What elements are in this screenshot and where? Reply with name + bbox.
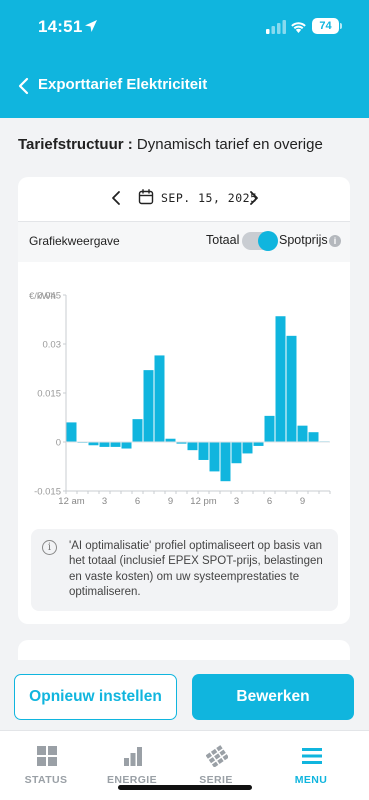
battery-icon: 74 [312,18,339,34]
bar-hour-11 [187,442,198,451]
toggle-option-spot[interactable]: Spotprijs [279,233,328,247]
cellular-signal-icon [266,20,286,34]
y-tick-label: 0.03 [43,340,62,351]
tariff-label: Tariefstructuur : [18,136,133,153]
chart-view-selector: Grafiekweergave Totaal Spotprijs i [18,222,350,262]
back-chevron-icon[interactable] [16,77,32,95]
toggle-knob [258,231,278,251]
bar-hour-12 [198,442,209,460]
x-tick-label: 3 [102,496,107,507]
info-circle-icon: i [42,540,57,555]
reset-button[interactable]: Opnieuw instellen [14,674,177,720]
x-tick-label: 9 [300,496,305,507]
menu-icon [302,748,322,764]
x-tick-label: 3 [234,496,239,507]
bar-hour-5 [121,442,132,449]
edit-button[interactable]: Bewerken [192,674,354,720]
previous-day-chevron-icon[interactable] [110,190,122,206]
next-day-chevron-icon[interactable] [248,190,260,206]
bar-hour-20 [286,335,297,442]
bar-hour-4 [110,442,121,447]
calendar-icon[interactable] [138,189,154,205]
tariff-structure: Tariefstructuur : Dynamisch tarief en ov… [18,136,323,153]
bar-hour-22 [308,432,319,442]
bar-hour-0 [66,422,77,442]
bar-hour-13 [209,442,220,472]
bar-hour-16 [242,442,253,454]
spot-price-chart: €/kWh 0.0450.030.0150-0.015 12 am 3 6 9 12 p… [29,291,331,507]
x-tick-label: 6 [267,496,272,507]
page-title: Exporttarief Elektriciteit [38,76,208,93]
bar-hour-19 [275,316,286,442]
bar-hour-3 [99,442,110,447]
wifi-icon [291,22,306,33]
y-tick-label: 0.045 [37,291,61,302]
x-tick-label: 9 [168,496,173,507]
x-tick-label: 12 am [58,496,84,507]
tab-menu[interactable]: MENU [265,731,357,800]
view-toggle-switch[interactable] [242,231,278,251]
bar-hour-6 [132,419,143,442]
clock: 14:51 [38,17,83,36]
info-icon[interactable]: i [329,235,341,247]
y-tick-label: -0.015 [34,487,61,498]
status-bar: 14:51 74 [0,0,369,54]
bar-hour-7 [143,370,154,442]
x-tick-label: 12 pm [190,496,216,507]
info-note-text: 'AI optimalisatie' profiel optimaliseert… [69,540,323,598]
app-header: 14:51 74 Exporttarief Elektriciteit [0,0,369,118]
info-note: i 'AI optimalisatie' profiel optimalisee… [31,529,338,611]
solar-panel-icon [206,745,228,767]
y-tick-label: 0 [56,438,61,449]
bar-chart-icon [124,747,142,766]
tariff-value: Dynamisch tarief en overige [136,136,323,153]
selected-date[interactable]: SEP. 15, 2025 [161,191,258,205]
tab-label: MENU [294,774,328,786]
tab-status[interactable]: STATUS [0,731,92,800]
x-tick-label: 6 [135,496,140,507]
grid-icon [37,746,57,766]
home-indicator [118,785,252,790]
bar-hour-18 [264,415,275,442]
tab-label: STATUS [24,774,68,786]
y-tick-label: 0.015 [37,389,61,400]
chart-view-label: Grafiekweergave [29,234,120,248]
toggle-option-total[interactable]: Totaal [206,233,239,247]
date-navigator: SEP. 15, 2025 [18,177,350,221]
battery-tip [340,23,342,29]
bar-hour-8 [154,355,165,442]
chart-card: SEP. 15, 2025 Grafiekweergave Totaal Spo… [18,177,350,624]
bar-hour-21 [297,425,308,442]
bar-hour-15 [231,442,242,464]
bar-hour-17 [253,442,264,446]
bar-hour-14 [220,442,231,482]
location-arrow-icon [85,20,97,32]
